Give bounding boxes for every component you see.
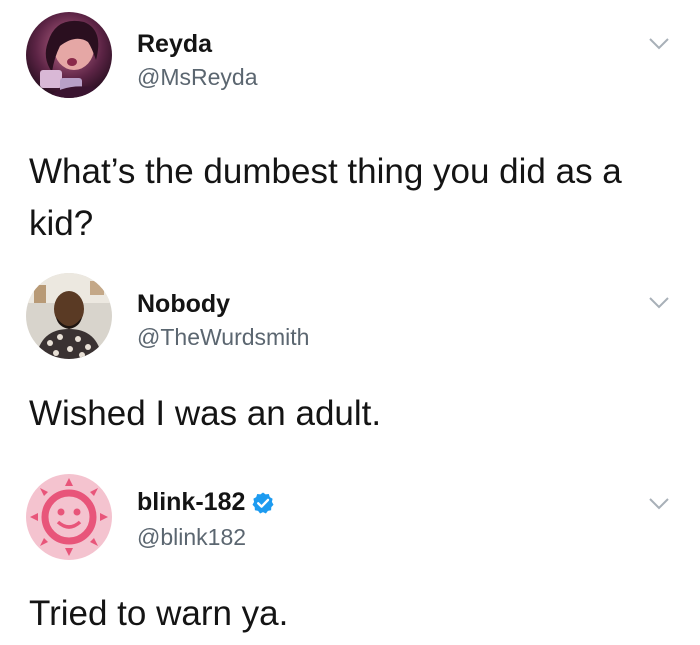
avatar-blink182[interactable] [26, 474, 112, 560]
chevron-down-icon[interactable] [648, 296, 670, 310]
handle[interactable]: @TheWurdsmith [137, 324, 309, 351]
profile-photo-man-icon [26, 273, 112, 359]
profile-photo-woman-icon [26, 12, 112, 98]
blink-182-smiley-logo-icon [26, 474, 112, 560]
name-row: blink-182 [137, 488, 275, 517]
verified-badge-icon [252, 492, 274, 513]
avatar-nobody[interactable] [26, 273, 112, 359]
name-row: Nobody [137, 290, 230, 319]
display-name[interactable]: Nobody [137, 290, 230, 319]
display-name[interactable]: blink-182 [137, 488, 245, 517]
name-row: Reyda [137, 30, 212, 59]
handle[interactable]: @blink182 [137, 524, 246, 551]
chevron-down-icon[interactable] [648, 37, 670, 51]
avatar-reyda[interactable] [26, 12, 112, 98]
display-name[interactable]: Reyda [137, 30, 212, 59]
handle[interactable]: @MsReyda [137, 64, 258, 91]
tweet-text: Wished I was an adult. [29, 394, 382, 433]
chevron-down-icon[interactable] [648, 497, 670, 511]
tweet-text: Tried to warn ya. [29, 594, 289, 633]
tweet-text: What’s the dumbest thing you did as a ki… [29, 152, 622, 243]
